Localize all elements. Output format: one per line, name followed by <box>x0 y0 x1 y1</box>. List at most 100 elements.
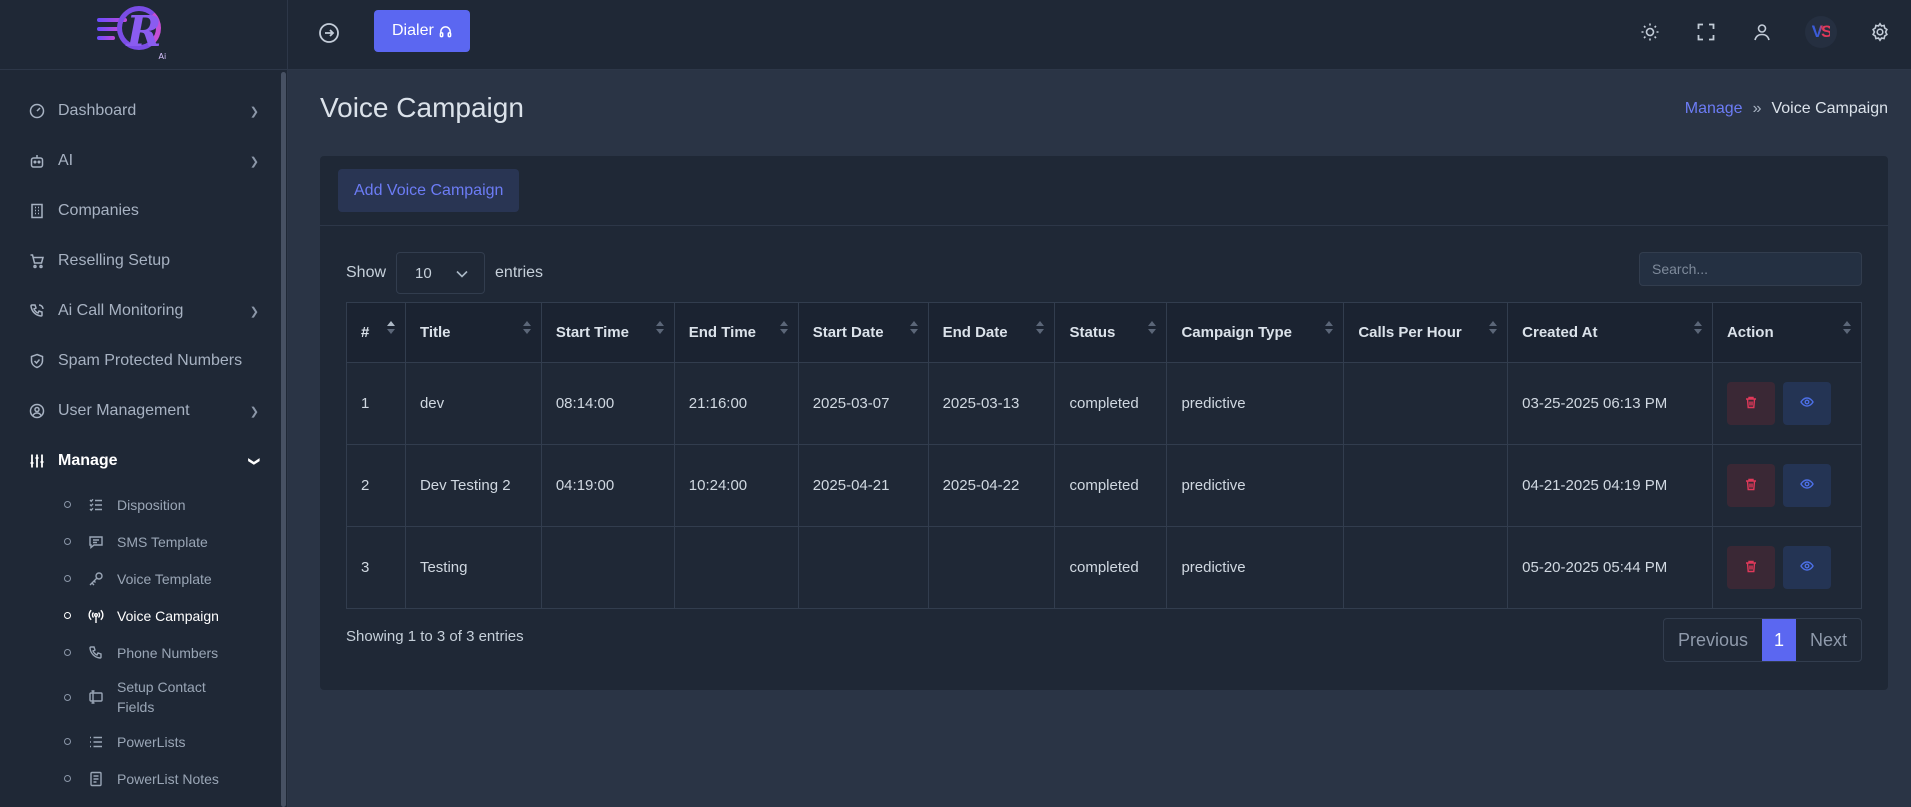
sidebar-item-reselling-setup[interactable]: Reselling Setup <box>0 236 287 286</box>
table-row: 3 Testing completed predictive 05-20-202… <box>346 526 1863 609</box>
previous-page-button[interactable]: Previous <box>1664 619 1762 661</box>
table-info: Showing 1 to 3 of 3 entries <box>346 628 524 645</box>
submenu-item-voice-template[interactable]: Voice Template <box>64 560 287 597</box>
cell-start-date <box>797 526 929 609</box>
headphones-icon <box>439 25 452 38</box>
cell-created-at: 05-20-2025 05:44 PM <box>1507 526 1713 609</box>
sort-icon <box>1489 321 1498 335</box>
column-header[interactable]: Status <box>1054 302 1168 363</box>
sidebar: R Ai Dashboard ❯ AI ❯ Companies Resellin… <box>0 0 288 807</box>
sidebar-scrollbar[interactable] <box>281 72 286 807</box>
sidebar-item-companies[interactable]: Companies <box>0 186 287 236</box>
cell-created-at: 04-21-2025 04:19 PM <box>1507 444 1713 527</box>
checklist-icon <box>87 496 105 514</box>
breadcrumb: Manage » Voice Campaign <box>1685 100 1888 118</box>
submenu-item-powerlist-notes[interactable]: PowerList Notes <box>64 760 287 797</box>
view-button[interactable] <box>1782 546 1831 589</box>
entries-select[interactable]: 10 <box>396 252 486 294</box>
next-page-button[interactable]: Next <box>1796 619 1861 661</box>
submenu-label: PowerLists <box>117 733 186 750</box>
cell-status: completed <box>1054 526 1168 609</box>
column-header[interactable]: Action <box>1711 302 1863 363</box>
sidebar-item-dashboard[interactable]: Dashboard ❯ <box>0 86 287 136</box>
gear-icon[interactable] <box>1867 19 1893 45</box>
theme-sun-icon[interactable] <box>1637 19 1663 45</box>
show-label: Show <box>346 264 387 281</box>
breadcrumb-link-manage[interactable]: Manage <box>1685 100 1743 118</box>
view-button[interactable] <box>1782 382 1831 425</box>
submenu-item-sms-template[interactable]: SMS Template <box>64 523 287 560</box>
sidebar-item-user-management[interactable]: User Management ❯ <box>0 386 287 436</box>
entries-value: 10 <box>415 264 432 282</box>
submenu-item-disposition[interactable]: Disposition <box>64 486 287 523</box>
view-button[interactable] <box>1782 464 1831 507</box>
add-voice-campaign-button[interactable]: Add Voice Campaign <box>338 169 520 212</box>
fullscreen-icon[interactable] <box>1693 19 1719 45</box>
cell-action <box>1711 444 1863 527</box>
column-header[interactable]: Created At <box>1507 302 1713 363</box>
cell-num: 2 <box>346 444 406 527</box>
sidebar-item-manage[interactable]: Manage ❯ <box>0 436 287 486</box>
cell-calls-per-hour <box>1343 362 1509 445</box>
page-title: Voice Campaign <box>320 92 524 123</box>
user-circle-icon <box>28 402 46 420</box>
cell-status: completed <box>1054 444 1168 527</box>
column-header[interactable]: Campaign Type <box>1166 302 1345 363</box>
cell-start-time: 04:19:00 <box>540 444 675 527</box>
column-header[interactable]: Start Time <box>540 302 675 363</box>
submenu-label: PowerList Notes <box>117 770 219 787</box>
avatar[interactable]: VS <box>1805 16 1837 48</box>
sidebar-item-ai[interactable]: AI ❯ <box>0 136 287 186</box>
delete-button[interactable] <box>1726 382 1775 425</box>
brand-logo[interactable]: R Ai <box>89 4 169 66</box>
cell-campaign-type: predictive <box>1166 444 1345 527</box>
broadcast-icon <box>87 607 105 625</box>
cell-end-time: 10:24:00 <box>673 444 799 527</box>
cell-campaign-type: predictive <box>1166 526 1345 609</box>
eye-icon <box>1800 478 1814 493</box>
search-input[interactable]: Search... <box>1639 252 1862 286</box>
delete-button[interactable] <box>1726 464 1775 507</box>
chevron-right-icon: ❯ <box>249 105 259 118</box>
sort-icon <box>1325 321 1334 335</box>
table-row: 2 Dev Testing 2 04:19:00 10:24:00 2025-0… <box>346 444 1863 527</box>
cell-start-date: 2025-04-21 <box>797 444 929 527</box>
submenu-item-powerlists[interactable]: PowerLists <box>64 723 287 760</box>
sidebar-item-label: User Management <box>58 402 190 419</box>
cell-status: completed <box>1054 362 1168 445</box>
delete-button[interactable] <box>1726 546 1775 589</box>
note-icon <box>87 770 105 788</box>
submenu-item-setup-contact-fields[interactable]: Setup Contact Fields <box>64 671 287 723</box>
column-header[interactable]: End Date <box>927 302 1056 363</box>
chevron-right-icon: ❯ <box>249 305 259 318</box>
cell-end-date: 2025-04-22 <box>927 444 1056 527</box>
sidebar-item-ai-call-monitoring[interactable]: Ai Call Monitoring ❯ <box>0 286 287 336</box>
cell-created-at: 03-25-2025 06:13 PM <box>1507 362 1713 445</box>
sort-icon <box>1693 321 1702 335</box>
submenu-item-voice-campaign[interactable]: Voice Campaign <box>64 597 287 634</box>
double-chevron-icon: » <box>1752 100 1762 117</box>
column-header[interactable]: Calls Per Hour <box>1343 302 1509 363</box>
topbar: Dialer VS <box>288 0 1911 70</box>
sidebar-toggle-icon[interactable] <box>318 22 340 44</box>
column-header[interactable]: Start Date <box>797 302 929 363</box>
column-header[interactable]: End Time <box>673 302 799 363</box>
cell-action <box>1711 362 1863 445</box>
table-controls: Show 10 entries Search... <box>346 252 1862 294</box>
cell-calls-per-hour <box>1343 526 1509 609</box>
dialer-button[interactable]: Dialer <box>374 10 470 52</box>
phone-icon <box>87 644 105 662</box>
column-header[interactable]: Title <box>404 302 542 363</box>
sidebar-item-spam-protected-numbers[interactable]: Spam Protected Numbers <box>0 336 287 386</box>
chevron-right-icon: ❯ <box>249 405 259 418</box>
submenu-item-phone-numbers[interactable]: Phone Numbers <box>64 634 287 671</box>
user-icon[interactable] <box>1749 19 1775 45</box>
page-1-button[interactable]: 1 <box>1761 619 1796 661</box>
column-header[interactable]: # <box>346 302 406 363</box>
list-icon <box>87 733 105 751</box>
chevron-right-icon: ❯ <box>249 155 259 168</box>
cell-num: 3 <box>346 526 406 609</box>
sidebar-item-label: Manage <box>58 452 118 469</box>
campaign-card: Add Voice Campaign Show 10 entries Searc… <box>320 156 1888 690</box>
sidebar-item-label: Spam Protected Numbers <box>58 352 243 369</box>
